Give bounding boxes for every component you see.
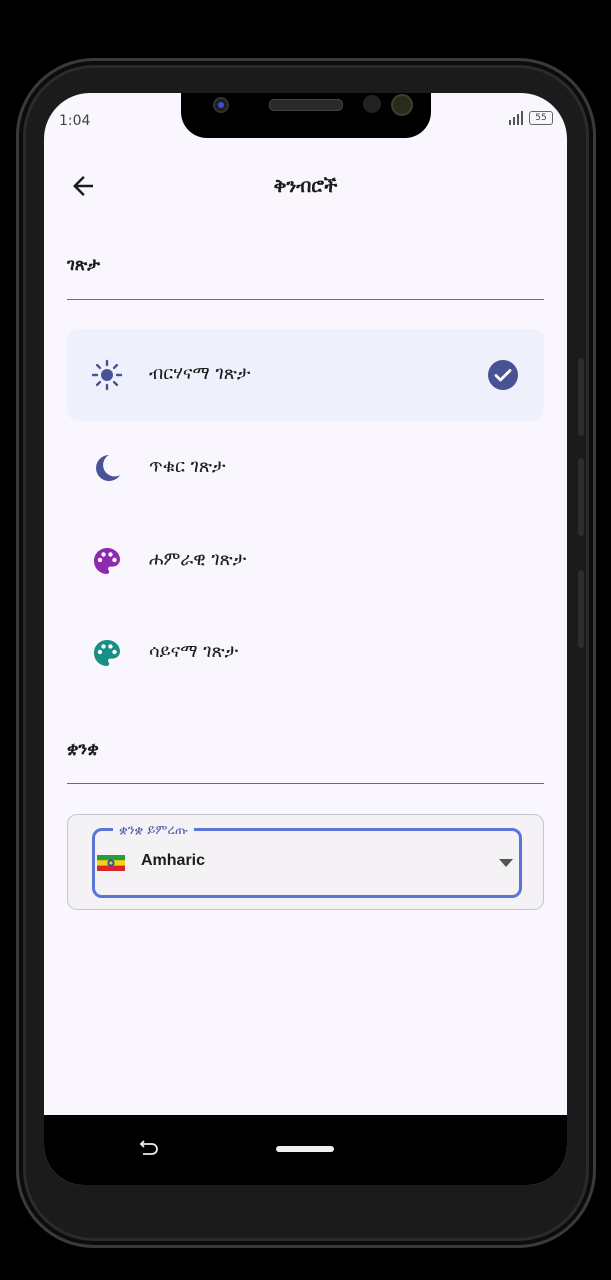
theme-section-title: ገጽታ — [67, 255, 100, 275]
screen: 1:04 55 ቅንብሮች ገጽታ ብርሃናማ ገጽታ ጥቁር ገጽታ ሐምራዊ… — [44, 93, 567, 1185]
nav-back-icon[interactable] — [137, 1139, 159, 1161]
camera-lens-icon — [391, 94, 413, 116]
volume-button-2 — [578, 458, 584, 536]
theme-option-dark[interactable]: ጥቁር ገጽታ — [67, 422, 544, 514]
theme-option-light[interactable]: ብርሃናማ ገጽታ — [67, 329, 544, 421]
signal-icon — [509, 111, 523, 125]
ethiopia-flag-icon — [97, 855, 125, 871]
status-icons: 55 — [509, 111, 553, 125]
nav-home-button[interactable] — [276, 1146, 334, 1152]
check-circle-icon — [488, 360, 518, 390]
moon-icon — [96, 455, 120, 481]
theme-divider — [67, 299, 544, 300]
front-camera-icon — [213, 97, 229, 113]
battery-icon: 55 — [529, 111, 553, 125]
language-divider — [67, 783, 544, 784]
battery-level: 55 — [535, 113, 547, 123]
language-selected-value: Amharic — [141, 852, 206, 869]
theme-option-label: ሐምራዊ ገጽታ — [149, 549, 247, 570]
language-field-label: ቋንቋ ይምረጡ — [113, 823, 194, 838]
theme-option-label: ሳይናማ ገጽታ — [149, 641, 239, 662]
earpiece-speaker — [269, 99, 343, 111]
theme-option-purple[interactable]: ሐምራዊ ገጽታ — [67, 515, 544, 607]
power-button — [578, 570, 584, 648]
volume-button — [578, 358, 584, 436]
page-title: ቅንብሮች — [273, 175, 338, 197]
palette-icon — [94, 548, 120, 574]
camera-notch — [181, 93, 431, 138]
language-dropdown[interactable]: ቋንቋ ይምረጡ Amharic — [92, 823, 522, 898]
sensor-icon — [363, 95, 381, 113]
dropdown-arrow-icon — [499, 859, 513, 867]
theme-option-label: ብርሃናማ ገጽታ — [149, 363, 251, 384]
palette-icon — [94, 640, 120, 666]
sun-icon — [91, 359, 123, 391]
language-card: ቋንቋ ይምረጡ Amharic — [67, 814, 544, 910]
system-nav-bar — [44, 1115, 567, 1185]
language-section-title: ቋንቋ — [67, 739, 99, 759]
theme-option-label: ጥቁር ገጽታ — [149, 456, 226, 477]
app-bar: ቅንብሮች — [44, 153, 567, 213]
theme-option-cyan[interactable]: ሳይናማ ገጽታ — [67, 607, 544, 699]
status-time: 1:04 — [59, 113, 91, 129]
